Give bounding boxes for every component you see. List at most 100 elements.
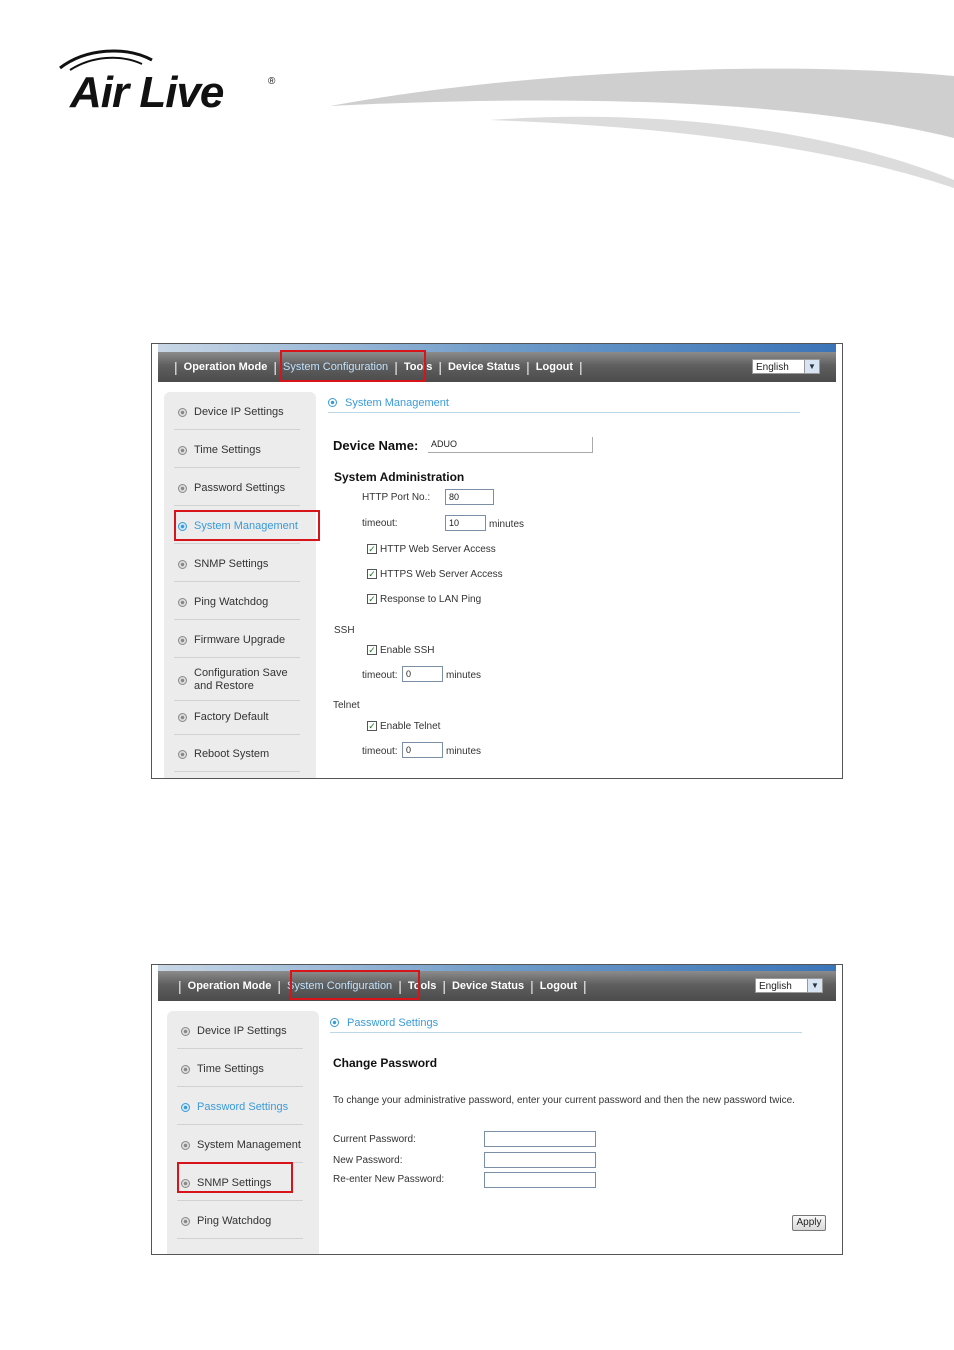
nav-tools[interactable]: Tools <box>404 361 433 373</box>
nav-system-configuration[interactable]: System Configuration <box>287 980 392 992</box>
sidebar-item-ping-watchdog[interactable]: Ping Watchdog <box>177 1205 303 1239</box>
sidebar-item-factory-default[interactable]: Factory Default <box>174 700 300 735</box>
section-icon <box>330 1018 339 1027</box>
enable-telnet-checkbox[interactable]: ✓ <box>367 721 377 731</box>
bullet-icon <box>178 484 187 493</box>
ssh-timeout-input[interactable]: 0 <box>402 666 443 682</box>
language-value: English <box>756 362 789 373</box>
section-divider <box>328 412 800 413</box>
sidebar-item-password[interactable]: Password Settings <box>177 1091 303 1125</box>
http-port-input[interactable]: 80 <box>445 489 494 505</box>
bullet-icon <box>181 1179 190 1188</box>
nav-system-configuration[interactable]: System Configuration <box>283 361 388 373</box>
sidebar-item-reboot[interactable]: Reboot System <box>174 738 300 772</box>
device-name-input[interactable]: ADUO <box>428 437 593 453</box>
top-nav-bar: | Operation Mode | System Configuration … <box>158 352 836 382</box>
sidebar-item-snmp[interactable]: SNMP Settings <box>177 1167 303 1201</box>
sidebar-item-label: Device IP Settings <box>194 406 284 418</box>
sidebar-item-label: Factory Default <box>194 711 269 723</box>
sidebar-item-label: Password Settings <box>194 482 286 494</box>
nav-tools[interactable]: Tools <box>408 980 437 992</box>
sidebar-item-firmware-upgrade[interactable]: Firmware Upgrade <box>174 624 300 658</box>
sidebar-item-label: Device IP Settings <box>197 1025 287 1037</box>
section-icon <box>328 398 337 407</box>
telnet-minutes-label: minutes <box>446 746 482 757</box>
logo-registered-mark: ® <box>268 76 276 87</box>
telnet-timeout-input[interactable]: 0 <box>402 742 443 758</box>
language-value: English <box>759 981 792 992</box>
sidebar-item-label-line2: and Restore <box>194 680 254 692</box>
telnet-timeout-label: timeout: <box>362 746 398 757</box>
sidebar: Device IP Settings Time Settings Passwor… <box>164 392 316 778</box>
device-name-value: ADUO <box>431 439 458 449</box>
header-swoosh-graphic <box>330 68 954 188</box>
http-access-label: HTTP Web Server Access <box>380 544 496 555</box>
sidebar: Device IP Settings Time Settings Passwor… <box>167 1011 319 1254</box>
bullet-icon <box>178 408 187 417</box>
sidebar-item-label: SNMP Settings <box>194 558 269 570</box>
sidebar-item-label: System Management <box>197 1139 301 1151</box>
enable-ssh-label: Enable SSH <box>380 645 435 656</box>
sidebar-item-label: SNMP Settings <box>197 1177 272 1189</box>
instructions-text: To change your administrative password, … <box>333 1095 795 1106</box>
new-password-label: New Password: <box>333 1155 403 1166</box>
apply-button[interactable]: Apply <box>792 1215 826 1231</box>
new-password-input[interactable] <box>484 1152 596 1168</box>
lan-ping-checkbox[interactable]: ✓ <box>367 594 377 604</box>
nav-device-status[interactable]: Device Status <box>452 980 524 992</box>
admin-timeout-input[interactable]: 10 <box>445 515 486 531</box>
section-divider <box>330 1032 802 1033</box>
current-password-input[interactable] <box>484 1131 596 1147</box>
enable-ssh-checkbox[interactable]: ✓ <box>367 645 377 655</box>
bullet-icon <box>178 750 187 759</box>
sidebar-item-password[interactable]: Password Settings <box>174 472 300 506</box>
nav-logout[interactable]: Logout <box>540 980 577 992</box>
password-settings-screenshot: | Operation Mode | System Configuration … <box>151 964 843 1255</box>
ssh-minutes-label: minutes <box>446 670 482 681</box>
lan-ping-label: Response to LAN Ping <box>380 594 482 605</box>
nav-operation-mode[interactable]: Operation Mode <box>184 361 268 373</box>
bullet-icon <box>178 446 187 455</box>
reenter-password-input[interactable] <box>484 1172 596 1188</box>
section-title: System Management <box>328 397 449 409</box>
airlive-logo: Air Live ® <box>56 46 286 117</box>
chevron-down-icon: ▼ <box>807 979 822 992</box>
nav-logout[interactable]: Logout <box>536 361 573 373</box>
sidebar-item-config-save-restore[interactable]: Configuration Save and Restore <box>174 662 300 701</box>
sidebar-item-device-ip[interactable]: Device IP Settings <box>174 396 300 430</box>
sidebar-item-label: Reboot System <box>194 748 270 760</box>
sidebar-item-time[interactable]: Time Settings <box>177 1053 303 1087</box>
language-select[interactable]: English ▼ <box>755 978 823 993</box>
current-password-label: Current Password: <box>333 1134 416 1145</box>
top-nav-bar: | Operation Mode | System Configuration … <box>158 971 836 1001</box>
http-port-label: HTTP Port No.: <box>362 492 431 503</box>
reenter-password-label: Re-enter New Password: <box>333 1174 445 1185</box>
enable-telnet-label: Enable Telnet <box>380 721 441 732</box>
sidebar-item-label: Time Settings <box>194 444 261 456</box>
chevron-down-icon: ▼ <box>804 360 819 373</box>
bullet-icon <box>178 676 187 685</box>
bullet-icon <box>181 1141 190 1150</box>
language-select[interactable]: English ▼ <box>752 359 820 374</box>
bullet-icon <box>181 1103 190 1112</box>
https-access-checkbox[interactable]: ✓ <box>367 569 377 579</box>
sidebar-item-ping-watchdog[interactable]: Ping Watchdog <box>174 586 300 620</box>
bullet-icon <box>181 1065 190 1074</box>
section-title: Password Settings <box>330 1017 438 1029</box>
change-password-heading: Change Password <box>333 1056 438 1070</box>
minutes-label: minutes <box>489 519 525 530</box>
system-management-screenshot: | Operation Mode | System Configuration … <box>151 343 843 779</box>
bullet-icon <box>178 713 187 722</box>
sidebar-item-system-management[interactable]: System Management <box>174 510 300 544</box>
nav-device-status[interactable]: Device Status <box>448 361 520 373</box>
sidebar-item-snmp[interactable]: SNMP Settings <box>174 548 300 582</box>
sidebar-item-system-management[interactable]: System Management <box>177 1129 303 1163</box>
sidebar-item-label: Ping Watchdog <box>194 596 269 608</box>
bullet-icon <box>178 636 187 645</box>
nav-operation-mode[interactable]: Operation Mode <box>188 980 272 992</box>
sidebar-item-device-ip[interactable]: Device IP Settings <box>177 1015 303 1049</box>
sidebar-item-time[interactable]: Time Settings <box>174 434 300 468</box>
ssh-timeout-label: timeout: <box>362 670 398 681</box>
telnet-heading: Telnet <box>333 700 360 711</box>
http-access-checkbox[interactable]: ✓ <box>367 544 377 554</box>
